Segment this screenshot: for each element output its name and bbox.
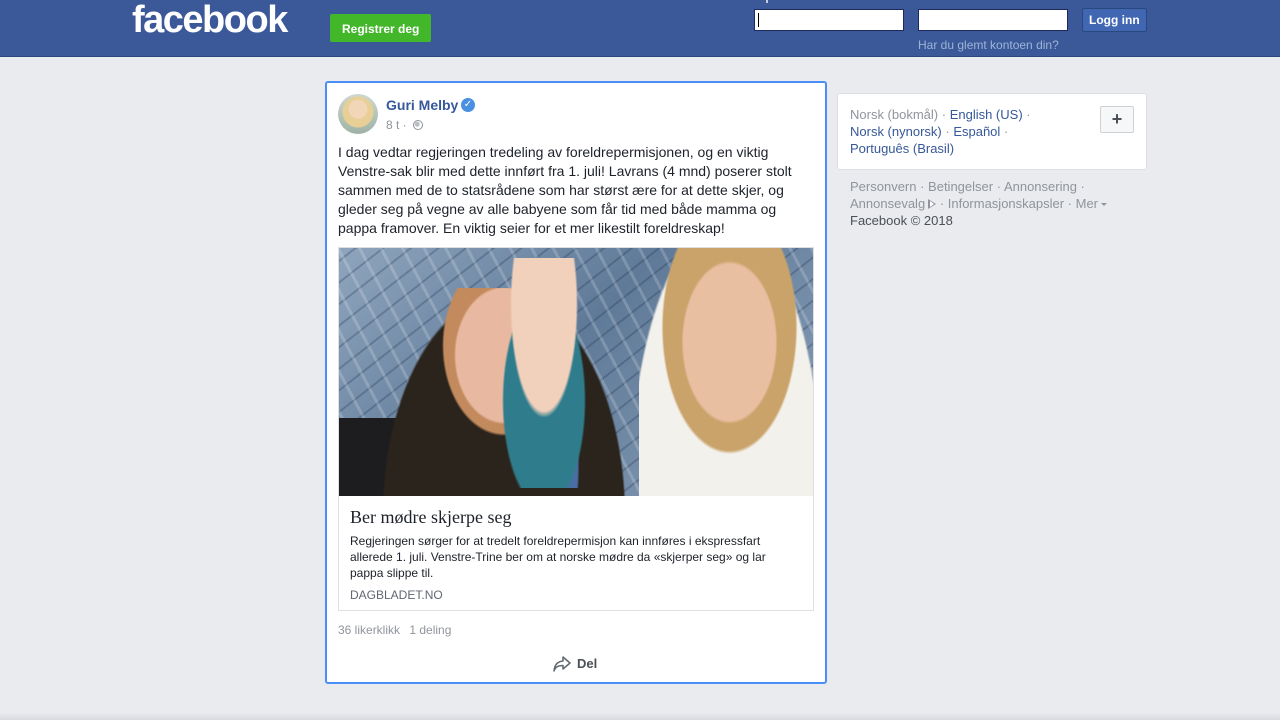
caret-down-icon [1101,203,1108,206]
footer-adchoices[interactable]: Annonsevalg [850,196,937,211]
footer-more-label: Mer [1075,196,1099,211]
language-nynorsk[interactable]: Norsk (nynorsk) [850,124,942,139]
footer-cookies[interactable]: Informasjonskapsler [948,196,1064,211]
shares-count[interactable]: 1 deling [409,623,451,637]
share-arrow-icon [553,656,571,672]
current-language: Norsk (bokmål) [850,107,939,122]
register-button[interactable]: Registrer deg [330,14,432,42]
share-button[interactable]: Del [553,653,597,675]
forgot-account-link[interactable]: Har du glemt kontoen din? [918,38,1059,52]
top-bar: facebook Registrer deg Logg inn Har du g… [0,0,1280,57]
email-input[interactable] [754,9,904,31]
language-selector: Norsk (bokmål) · English (US) · Norsk (n… [837,93,1147,170]
image-person-right [639,248,813,496]
language-portuguese[interactable]: Português (Brasil) [850,141,954,156]
facebook-logo[interactable]: facebook [132,0,288,40]
post-author[interactable]: Guri Melby [386,97,458,113]
post-card: Guri Melby ✓ 8 t · I dag vedtar regjerin… [325,81,827,684]
language-list: Norsk (bokmål) · English (US) · Norsk (n… [850,107,1031,156]
footer-links: Personvern · Betingelser · Annonsering ·… [850,178,1140,229]
adchoices-icon [928,199,937,209]
avatar[interactable] [338,94,378,134]
link-preview-description: Regjeringen sørger for at tredelt foreld… [350,534,766,580]
footer-adchoices-label: Annonsevalg [850,196,926,211]
post-stats: 36 likerklikk 1 deling [338,623,457,637]
verified-checkmark-icon: ✓ [461,98,475,112]
image-baby [489,258,599,488]
link-preview[interactable]: Ber mødre skjerpe seg Regjeringen sørger… [338,247,814,611]
password-input[interactable] [918,9,1068,31]
post-meta: 8 t · [386,118,424,132]
post-timestamp[interactable]: 8 t [386,118,399,132]
share-label: Del [577,656,598,671]
meta-separator: · [399,118,411,132]
language-spanish[interactable]: Español [953,124,1000,139]
likes-count[interactable]: 36 likerklikk [338,623,400,637]
copyright: Facebook © 2018 [850,213,953,228]
link-preview-title[interactable]: Ber mødre skjerpe seg [350,507,511,528]
link-preview-domain: DAGBLADET.NO [350,588,443,602]
post-text: I dag vedtar regjeringen tredeling av fo… [338,144,792,236]
language-english[interactable]: English (US) [950,107,1023,122]
footer-privacy[interactable]: Personvern [850,179,916,194]
text-cursor [758,13,759,27]
footer-advertising[interactable]: Annonsering [1004,179,1077,194]
footer-terms[interactable]: Betingelser [928,179,993,194]
header-divider-mark [766,0,768,3]
link-preview-image[interactable] [339,248,813,496]
add-language-button[interactable]: + [1100,106,1134,133]
login-button[interactable]: Logg inn [1082,8,1147,32]
globe-icon[interactable] [413,120,424,130]
footer-more[interactable]: Mer [1075,196,1108,211]
bottom-shade [0,712,1280,720]
